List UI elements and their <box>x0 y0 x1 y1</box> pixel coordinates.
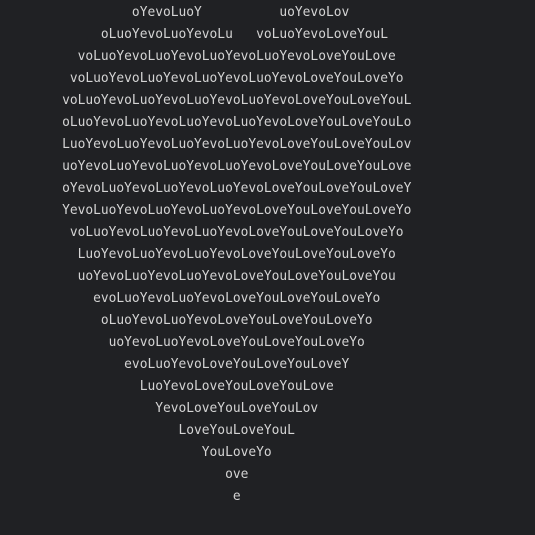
ascii-line-18: LuoYevoLoveYouLoveYouLove <box>0 379 334 394</box>
terminal-output: oYevoLuoY uoYevoLov oLuoYevoLuoYevoLu vo… <box>0 0 535 535</box>
ascii-line-5: voLuoYevoLuoYevoLuoYevoLuoYevoLoveYouLov… <box>0 93 412 108</box>
ascii-line-12: LuoYevoLuoYevoLuoYevoLoveYouLoveYouLoveY… <box>0 247 396 262</box>
ascii-line-13: uoYevoLuoYevoLuoYevoLoveYouLoveYouLoveYo… <box>0 269 396 284</box>
ascii-line-22: ove <box>0 467 249 482</box>
ascii-line-10: YevoLuoYevoLuoYevoLuoYevoLoveYouLoveYouL… <box>0 203 412 218</box>
ascii-line-20: LoveYouLoveYouL <box>0 423 295 438</box>
ascii-line-19: YevoLoveYouLoveYouLov <box>0 401 319 416</box>
ascii-line-3: voLuoYevoLuoYevoLuoYevoLuoYevoLoveYouLov… <box>0 49 396 64</box>
ascii-line-11: voLuoYevoLuoYevoLuoYevoLoveYouLoveYouLov… <box>0 225 404 240</box>
ascii-line-16: uoYevoLuoYevoLoveYouLoveYouLoveYo <box>0 335 365 350</box>
ascii-line-23: e <box>0 489 241 504</box>
ascii-line-1: oYevoLuoY uoYevoLov <box>0 5 350 20</box>
ascii-line-17: evoLuoYevoLoveYouLoveYouLoveY <box>0 357 350 372</box>
ascii-line-2: oLuoYevoLuoYevoLu voLuoYevoLoveYouL <box>0 27 389 42</box>
ascii-line-14: evoLuoYevoLuoYevoLoveYouLoveYouLoveYo <box>0 291 381 306</box>
ascii-line-6: oLuoYevoLuoYevoLuoYevoLuoYevoLoveYouLove… <box>0 115 412 130</box>
ascii-line-4: voLuoYevoLuoYevoLuoYevoLuoYevoLoveYouLov… <box>0 71 404 86</box>
ascii-line-7: LuoYevoLuoYevoLuoYevoLuoYevoLoveYouLoveY… <box>0 137 412 152</box>
ascii-line-8: uoYevoLuoYevoLuoYevoLuoYevoLoveYouLoveYo… <box>0 159 412 174</box>
ascii-line-9: oYevoLuoYevoLuoYevoLuoYevoLoveYouLoveYou… <box>0 181 412 196</box>
ascii-line-15: oLuoYevoLuoYevoLoveYouLoveYouLoveYo <box>0 313 373 328</box>
ascii-line-21: YouLoveYo <box>0 445 272 460</box>
